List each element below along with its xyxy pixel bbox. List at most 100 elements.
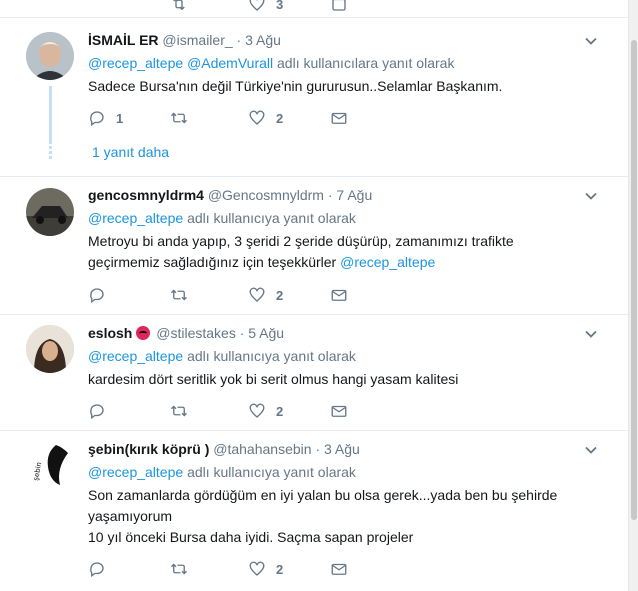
share-button[interactable] <box>330 0 348 14</box>
tweet-text-line: 10 yıl önceki Bursa daha iyidi. Saçma sa… <box>88 529 414 545</box>
retweet-icon <box>171 289 187 301</box>
tweet[interactable]: eslosh @stilestakes · 5 Ağu @recep_altep… <box>0 315 628 431</box>
reply-context-text: adlı kullanıcıya yanıt olarak <box>187 348 356 364</box>
tweet-timeline: 3 İSMAİL ER @ismailer_ · 3 Ağu @recep_al… <box>0 0 628 591</box>
separator: · <box>327 187 333 203</box>
avatar[interactable] <box>26 325 74 373</box>
angry-face-emoji-icon <box>136 326 151 340</box>
like-button[interactable]: 2 <box>248 559 283 579</box>
username[interactable]: @Gencosmnyldrm <box>208 187 324 203</box>
chevron-down-icon[interactable] <box>584 327 598 341</box>
retweet-button[interactable] <box>170 108 198 128</box>
tweet[interactable]: İSMAİL ER @ismailer_ · 3 Ağu @recep_alte… <box>0 18 628 177</box>
reply-button[interactable] <box>88 285 116 305</box>
direct-message-button[interactable] <box>330 401 348 421</box>
username[interactable]: @ismailer_ <box>162 32 232 48</box>
tweet-actions: 2 <box>88 401 388 421</box>
separator: · <box>239 325 245 341</box>
reply-context-text: adlı kullanıcıya yanıt olarak <box>187 464 356 480</box>
chevron-down-icon[interactable] <box>584 34 598 48</box>
timestamp[interactable]: 5 Ağu <box>248 325 284 341</box>
fullname[interactable]: şebin(kırık köprü ) <box>88 441 209 457</box>
reply-context-text: adlı kullanıcıya yanıt olarak <box>187 210 356 226</box>
chevron-down-icon[interactable] <box>584 189 598 203</box>
like-button[interactable]: 2 <box>248 285 283 305</box>
tweet-content: şebin(kırık köprü ) @tahahansebin · 3 Ağ… <box>88 439 588 548</box>
thread-dots <box>49 146 52 161</box>
heart-icon <box>249 0 265 11</box>
tweet-text: kardesim dört seritlik yok bi serit olmu… <box>88 371 459 387</box>
tweet-text: Sadece Bursa'nın değil Türkiye'nin gurur… <box>88 78 503 94</box>
tweet-actions: 1 2 <box>88 108 388 128</box>
mention-link[interactable]: @recep_altepe <box>88 348 183 364</box>
separator: · <box>236 32 242 48</box>
reply-context: @recep_altepe @AdemVurall adlı kullanıcı… <box>88 53 588 73</box>
reply-button[interactable] <box>88 559 116 579</box>
fullname[interactable]: eslosh <box>88 325 132 341</box>
mention-link[interactable]: @recep_altepe <box>88 210 183 226</box>
retweet-icon <box>173 0 185 11</box>
like-count: 2 <box>276 403 284 419</box>
reply-icon <box>90 111 104 127</box>
direct-message-button[interactable] <box>330 285 348 305</box>
avatar[interactable]: şebin <box>26 441 74 489</box>
tweet-header: İSMAİL ER @ismailer_ · 3 Ağu <box>88 30 588 50</box>
chevron-down-icon[interactable] <box>584 443 598 457</box>
show-more-replies-link[interactable]: 1 yanıt daha <box>92 144 169 160</box>
reply-button[interactable]: 1 <box>88 108 123 128</box>
avatar[interactable] <box>26 188 74 236</box>
tweet-actions: 3 <box>88 0 388 14</box>
like-button[interactable]: 2 <box>248 108 283 128</box>
mention-link[interactable]: @recep_altepe <box>88 464 183 480</box>
retweet-button[interactable] <box>170 285 198 305</box>
scrollbar-thumb[interactable] <box>631 40 637 520</box>
tweet-text-body: Metroyu bi anda yapıp, 3 şeridi 2 şeride… <box>88 233 514 270</box>
like-count: 2 <box>276 287 284 303</box>
direct-message-button[interactable] <box>330 559 348 579</box>
envelope-icon <box>331 405 347 417</box>
like-button[interactable]: 2 <box>248 401 283 421</box>
tweet-header: şebin(kırık köprü ) @tahahansebin · 3 Ağ… <box>88 439 588 459</box>
avatar[interactable] <box>26 32 74 80</box>
reply-context: @recep_altepe adlı kullanıcıya yanıt ola… <box>88 208 588 228</box>
retweet-button[interactable] <box>170 0 188 14</box>
timestamp[interactable]: 3 Ağu <box>324 441 360 457</box>
retweet-icon <box>171 112 187 124</box>
tweet-header: gencosmnyldrm4 @Gencosmnyldrm · 7 Ağu <box>88 185 588 205</box>
reply-button[interactable] <box>88 401 116 421</box>
fullname[interactable]: gencosmnyldrm4 <box>88 187 204 203</box>
retweet-button[interactable] <box>170 559 198 579</box>
mention-link[interactable]: @recep_altepe <box>340 254 435 270</box>
tweet-content: İSMAİL ER @ismailer_ · 3 Ağu @recep_alte… <box>88 30 588 97</box>
heart-icon <box>249 403 265 418</box>
heart-icon <box>249 287 265 302</box>
reply-context: @recep_altepe adlı kullanıcıya yanıt ola… <box>88 346 588 366</box>
like-button[interactable]: 3 <box>248 0 283 14</box>
thread-line <box>49 86 52 144</box>
direct-message-button[interactable] <box>330 108 348 128</box>
tweet-text: Son zamanlarda gördüğüm en iyi yalan bu … <box>88 485 588 548</box>
tweet-text-line: Son zamanlarda gördüğüm en iyi yalan bu … <box>88 487 558 524</box>
reply-icon <box>90 562 104 578</box>
mention-link[interactable]: @AdemVurall <box>187 55 273 71</box>
like-count: 2 <box>276 561 284 577</box>
share-icon <box>332 0 346 11</box>
timestamp[interactable]: 3 Ağu <box>245 32 281 48</box>
reply-icon <box>90 404 104 420</box>
retweet-button[interactable] <box>170 401 198 421</box>
reply-context: @recep_altepe adlı kullanıcıya yanıt ola… <box>88 462 588 482</box>
mention-link[interactable]: @recep_altepe <box>88 55 183 71</box>
retweet-icon <box>171 563 187 575</box>
username[interactable]: @tahahansebin <box>213 441 311 457</box>
tweet-partial-top: 3 <box>0 0 628 18</box>
envelope-icon <box>331 289 347 301</box>
scrollbar[interactable] <box>628 0 638 591</box>
reply-context-text: adlı kullanıcılara yanıt olarak <box>277 55 455 71</box>
fullname[interactable]: İSMAİL ER <box>88 32 159 48</box>
username[interactable]: @stilestakes <box>156 325 236 341</box>
tweet[interactable]: şebin şebin(kırık köprü ) @tahahansebin … <box>0 431 628 591</box>
timestamp[interactable]: 7 Ağu <box>336 187 372 203</box>
reply-count: 1 <box>116 110 124 126</box>
tweet[interactable]: gencosmnyldrm4 @Gencosmnyldrm · 7 Ağu @r… <box>0 177 628 315</box>
reply-icon <box>90 288 104 304</box>
